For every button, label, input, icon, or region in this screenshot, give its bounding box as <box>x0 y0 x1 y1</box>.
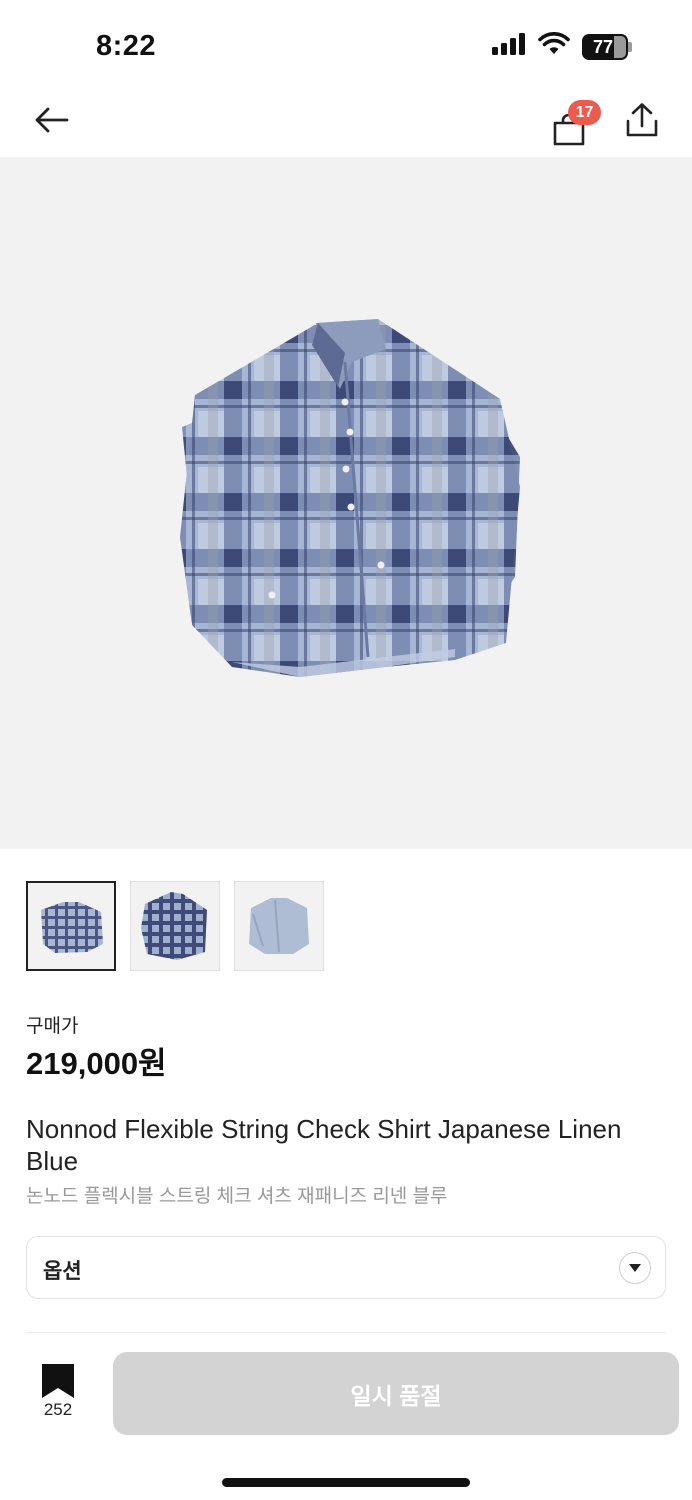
signal-icon <box>492 33 526 60</box>
option-select[interactable]: 옵션 <box>26 1236 666 1299</box>
battery-text: 77 <box>592 36 614 57</box>
thumbnail-2[interactable] <box>130 881 220 971</box>
status-icons: 77 <box>492 32 632 61</box>
product-title: Nonnod Flexible String Check Shirt Japan… <box>26 1114 622 1176</box>
price-label: 구매가 <box>26 1016 79 1037</box>
shirt-folded-photo <box>141 892 207 960</box>
status-bar: 8:22 77 <box>0 0 692 90</box>
thumbnail-3[interactable] <box>234 881 324 971</box>
shirt-light-blue-photo <box>249 898 309 954</box>
price-value: 219,000원 <box>26 1046 167 1081</box>
bookmark-icon <box>42 1364 74 1403</box>
arrow-left-icon <box>33 106 69 139</box>
bookmark-button[interactable]: 252 <box>36 1364 80 1422</box>
battery-icon: 77 <box>582 33 632 60</box>
wifi-icon <box>538 32 570 61</box>
cart-badge: 17 <box>568 100 601 125</box>
option-label: 옵션 <box>43 1260 82 1283</box>
share-upload-icon <box>625 102 659 143</box>
checked-shirt-image <box>180 319 520 677</box>
top-nav: 17 <box>0 90 692 156</box>
divider <box>26 1332 666 1333</box>
caret-down-icon <box>619 1252 651 1284</box>
status-time: 8:22 <box>96 30 157 62</box>
thumbnail-strip <box>26 881 324 971</box>
thumbnail-1[interactable] <box>26 881 116 971</box>
soldout-button[interactable]: 일시 품절 <box>113 1352 679 1435</box>
back-button[interactable] <box>28 102 74 142</box>
bookmark-count: 252 <box>43 1400 73 1419</box>
product-image-viewer[interactable] <box>0 157 692 849</box>
shirt-flat-photo <box>41 902 103 953</box>
share-button[interactable] <box>620 98 664 146</box>
home-indicator <box>222 1478 470 1487</box>
cart-button[interactable]: 17 <box>548 98 601 146</box>
product-title-korean: 논노드 플렉시블 스트링 체크 셔츠 재패니즈 리넨 블루 <box>26 1186 448 1207</box>
